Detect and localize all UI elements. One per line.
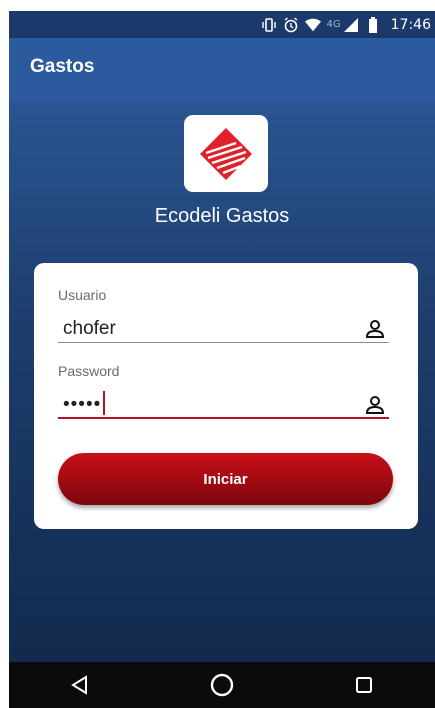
home-icon <box>210 673 234 697</box>
app-logo <box>184 115 268 192</box>
back-button[interactable] <box>55 665 105 705</box>
login-card: Usuario chofer Password ••••• Iniciar <box>34 263 418 529</box>
text-cursor <box>103 391 106 415</box>
app-bar: Gastos <box>9 38 435 101</box>
username-label: Usuario <box>58 287 107 303</box>
password-label: Password <box>58 363 120 379</box>
password-value: ••••• <box>63 394 102 415</box>
status-bar: 4G 17:46 <box>9 11 435 38</box>
back-icon <box>71 675 87 695</box>
username-underline <box>58 342 389 343</box>
login-button[interactable]: Iniciar <box>58 453 393 505</box>
alarm-icon <box>283 16 299 33</box>
recents-icon <box>356 677 372 693</box>
person-icon <box>365 320 385 338</box>
login-screen: Ecodeli Gastos Usuario chofer Password •… <box>9 101 435 662</box>
username-field[interactable]: chofer <box>58 313 389 343</box>
username-value: chofer <box>63 318 116 339</box>
person-icon <box>365 396 385 414</box>
password-value-wrap: ••••• <box>63 391 106 416</box>
app-bar-title: Gastos <box>30 56 95 77</box>
network-type: 4G <box>326 19 341 30</box>
wifi-icon <box>304 17 321 33</box>
signal-icon <box>343 17 359 33</box>
status-time: 17:46 <box>390 16 431 33</box>
phone-screen: 4G 17:46 Gastos Ecodeli Gastos Usuario c… <box>9 11 435 708</box>
battery-icon <box>365 16 381 33</box>
password-field[interactable]: ••••• <box>58 389 389 419</box>
recents-button[interactable] <box>339 665 389 705</box>
ecodeli-logo-icon <box>200 127 252 180</box>
vibrate-icon <box>261 17 277 33</box>
status-icons: 4G 17:46 <box>255 11 435 38</box>
navigation-bar <box>9 662 435 708</box>
home-button[interactable] <box>197 665 247 705</box>
password-underline <box>58 417 389 419</box>
brand-name: Ecodeli Gastos <box>154 205 290 227</box>
